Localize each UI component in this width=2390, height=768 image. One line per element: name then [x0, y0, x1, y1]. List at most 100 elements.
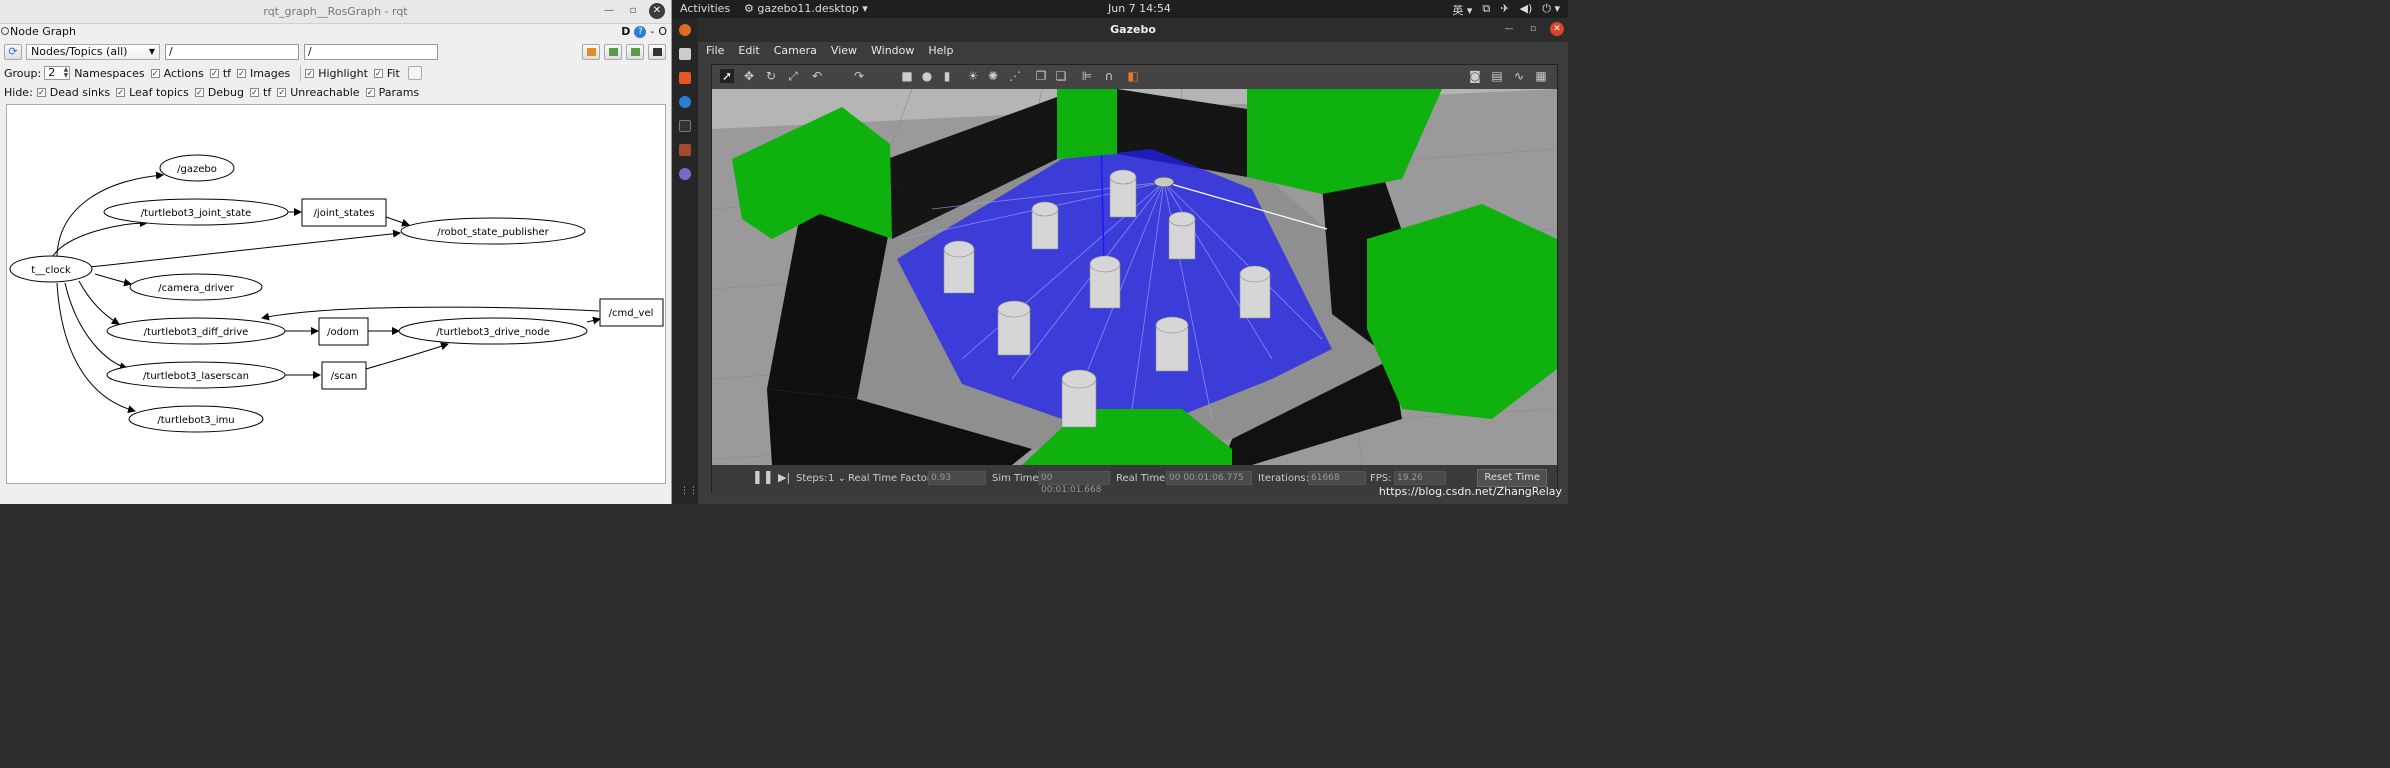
steps-value[interactable]: 1 ⌄ [828, 473, 846, 484]
ubuntu-dock: ⋮⋮⋮ [672, 18, 707, 504]
sphere-shape-icon[interactable]: ● [920, 69, 934, 83]
leaf-topics-checkbox[interactable]: ✓ Leaf topics [116, 86, 189, 99]
topic-cmd-vel[interactable]: /cmd_vel [609, 308, 654, 319]
paste-icon[interactable]: ❏ [1054, 69, 1068, 83]
rqt-dock-icon[interactable] [679, 168, 691, 180]
volume-icon[interactable]: ◀) [1520, 2, 1533, 18]
fit-label: Fit [386, 66, 400, 80]
box-shape-icon[interactable]: ■ [900, 69, 914, 83]
plugin-d-button[interactable]: D [621, 24, 630, 40]
files-icon[interactable] [679, 48, 691, 60]
close-button[interactable]: ✕ [1550, 22, 1564, 36]
node-gazebo[interactable]: /gazebo [177, 164, 217, 175]
params-checkbox[interactable]: ✓ Params [365, 86, 419, 99]
node-drive-node[interactable]: /turtlebot3_drive_node [436, 327, 550, 338]
node-clock[interactable]: t__clock [31, 265, 71, 276]
graph-canvas[interactable]: t__clock /gazebo /turtlebot3_joint_state… [6, 104, 666, 484]
airplane-icon[interactable]: ✈ [1500, 2, 1509, 18]
maximize-button[interactable]: ▫ [625, 3, 641, 19]
software-center-icon[interactable] [679, 72, 691, 84]
select-mode-icon[interactable]: ➚ [720, 69, 734, 83]
minimize-button[interactable]: — [1502, 22, 1516, 36]
maximize-button[interactable]: ▫ [1526, 22, 1540, 36]
plot-icon[interactable]: ∿ [1512, 69, 1526, 83]
node-filter-input[interactable]: / [165, 44, 299, 60]
network-icon[interactable]: ⧉ [1482, 2, 1490, 18]
point-light-icon[interactable]: ☀ [966, 69, 980, 83]
unreachable-checkbox[interactable]: ✓ Unreachable [277, 86, 360, 99]
actions-checkbox[interactable]: ✓ Actions [150, 67, 204, 80]
plugin-close-button[interactable]: O [658, 24, 667, 40]
topic-filter-input[interactable]: / [304, 44, 438, 60]
help-icon[interactable] [679, 96, 691, 108]
topic-joint-states[interactable]: /joint_states [314, 208, 375, 219]
power-icon[interactable]: ⏻ ▾ [1542, 2, 1560, 18]
firefox-icon[interactable] [679, 24, 691, 36]
node-imu[interactable]: /turtlebot3_imu [157, 415, 234, 426]
menu-help[interactable]: Help [928, 42, 953, 60]
images-checkbox[interactable]: ✓ Images [237, 67, 290, 80]
node-camera-driver[interactable]: /camera_driver [158, 283, 234, 294]
dead-sinks-checkbox[interactable]: ✓ Dead sinks [36, 86, 110, 99]
3d-viewport[interactable] [712, 89, 1557, 465]
help-icon[interactable]: ? [634, 26, 647, 38]
rotate-mode-icon[interactable]: ↻ [764, 69, 778, 83]
clock[interactable]: Jun 7 14:54 [1108, 2, 1171, 15]
menu-window[interactable]: Window [871, 42, 914, 60]
node-diff-drive[interactable]: /turtlebot3_diff_drive [144, 327, 249, 338]
input-method-indicator[interactable]: 英 ▾ [1452, 2, 1472, 18]
gazebo-dock-icon[interactable] [679, 144, 691, 156]
cylinder [1089, 255, 1121, 273]
fit-in-view-button[interactable] [407, 66, 422, 80]
translate-mode-icon[interactable]: ✥ [742, 69, 756, 83]
topic-odom[interactable]: /odom [327, 327, 359, 338]
gear-icon: ⚙ [744, 2, 758, 15]
spin-arrows-icon[interactable]: ▲ ▼ [64, 67, 69, 79]
menu-camera[interactable]: Camera [774, 42, 817, 60]
activities-button[interactable]: Activities [680, 2, 730, 15]
close-button[interactable]: ✕ [649, 3, 665, 19]
step-icon[interactable]: ▶| [778, 471, 790, 484]
directional-light-icon[interactable]: ⋰ [1008, 69, 1022, 83]
plugin-minimize-button[interactable]: - [650, 24, 654, 40]
namespaces-checkbox[interactable]: Namespaces [74, 67, 144, 80]
log-icon[interactable]: ▤ [1490, 69, 1504, 83]
fit-checkbox[interactable]: ✓ Fit [373, 66, 400, 80]
group-spinbox[interactable]: 2 ▲ ▼ [44, 66, 71, 80]
screenshot-icon[interactable]: ◙ [1468, 69, 1482, 83]
highlight-checkbox[interactable]: ✓ Highlight [305, 67, 368, 80]
load-dot-icon[interactable] [582, 44, 600, 60]
video-record-icon[interactable]: ▦ [1534, 69, 1548, 83]
save-image-icon[interactable] [648, 44, 666, 60]
refresh-icon[interactable]: ⟳ [4, 44, 22, 60]
undo-icon[interactable]: ↶ [810, 69, 824, 83]
check-icon: ✓ [365, 88, 375, 97]
align-icon[interactable]: ⊫ [1080, 69, 1094, 83]
node-joint-state[interactable]: /turtlebot3_joint_state [141, 208, 252, 219]
cylinder-shape-icon[interactable]: ▮ [940, 69, 954, 83]
debug-checkbox[interactable]: ✓ Debug [194, 86, 244, 99]
scale-mode-icon[interactable]: ⤢ [786, 69, 800, 83]
save-svg-icon[interactable] [626, 44, 644, 60]
tf-checkbox[interactable]: ✓ tf [209, 67, 231, 80]
cylinder [1155, 316, 1189, 334]
snap-icon[interactable]: ∩ [1102, 69, 1116, 83]
pause-icon[interactable]: ❚❚ [752, 470, 774, 485]
minimize-button[interactable]: — [601, 3, 617, 19]
menu-edit[interactable]: Edit [738, 42, 759, 60]
menu-file[interactable]: File [706, 42, 724, 60]
change-view-icon[interactable]: ◧ [1126, 69, 1140, 83]
node-robot-state-publisher[interactable]: /robot_state_publisher [437, 227, 549, 238]
redo-icon[interactable]: ↷ [852, 69, 866, 83]
hide-tf-checkbox[interactable]: ✓ tf [250, 86, 271, 99]
cylinder [1239, 265, 1271, 283]
spot-light-icon[interactable]: ✺ [986, 69, 1000, 83]
terminal-icon[interactable] [679, 120, 691, 132]
graph-type-select[interactable]: Nodes/Topics (all) ▼ [26, 44, 160, 60]
node-laserscan[interactable]: /turtlebot3_laserscan [143, 371, 249, 382]
save-dot-icon[interactable] [604, 44, 622, 60]
copy-icon[interactable]: ❐ [1034, 69, 1048, 83]
app-menu[interactable]: ⚙ gazebo11.desktop ▾ [744, 2, 868, 15]
menu-view[interactable]: View [831, 42, 857, 60]
topic-scan[interactable]: /scan [331, 371, 358, 382]
